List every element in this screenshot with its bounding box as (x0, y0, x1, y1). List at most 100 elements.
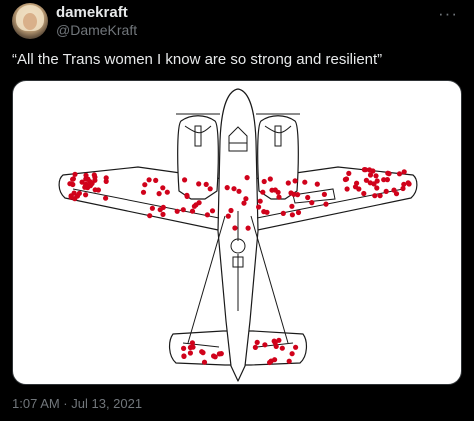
damage-dot (372, 193, 378, 199)
damage-dot (243, 196, 249, 202)
damage-dot (182, 177, 188, 183)
damage-dot (396, 171, 403, 177)
damage-dot (244, 175, 250, 181)
damage-dot (367, 172, 374, 178)
damage-dot (386, 171, 392, 177)
damage-dot (261, 178, 267, 185)
damage-dot (156, 191, 162, 197)
damage-dot (103, 178, 109, 184)
damage-dot (160, 185, 166, 191)
damage-dot (245, 225, 251, 231)
damage-dot (228, 207, 234, 214)
damage-dot (275, 189, 281, 195)
tweet-image[interactable] (12, 80, 462, 385)
damage-dot (279, 345, 285, 351)
damage-dot (305, 194, 311, 201)
damage-dot (293, 344, 299, 350)
author-display-name[interactable]: damekraft (56, 4, 128, 21)
damage-dot (401, 169, 407, 175)
damage-dot (289, 212, 295, 218)
damage-dot (267, 176, 273, 182)
damage-dot (309, 200, 315, 206)
airplane-damage-illustration (58, 88, 418, 382)
damage-dot (273, 343, 279, 349)
damage-dot (83, 192, 89, 198)
damage-dot (289, 351, 295, 357)
damage-dot (140, 189, 147, 195)
damage-dot (232, 225, 238, 231)
damage-dot (377, 193, 383, 199)
damage-dot (199, 349, 205, 355)
damage-dot (236, 188, 242, 194)
damage-dot (224, 185, 230, 191)
damage-dot (254, 339, 260, 345)
damage-dot (321, 191, 327, 197)
damage-dot (276, 194, 282, 200)
damage-dot (361, 190, 367, 197)
damage-dot (157, 207, 163, 213)
damage-dot (190, 344, 196, 350)
damage-dot (280, 210, 286, 216)
damage-dot (149, 205, 155, 211)
damage-dot (272, 357, 278, 363)
damage-dot (225, 213, 231, 219)
damage-dot (201, 359, 208, 365)
damage-dot (83, 172, 89, 178)
damage-dot (180, 207, 186, 213)
damage-dot (184, 193, 190, 199)
damage-dot (142, 182, 148, 188)
damage-dot (204, 212, 210, 218)
damage-dot (295, 209, 302, 216)
damage-dot (342, 176, 348, 183)
damage-dot (383, 188, 389, 194)
damage-dot (257, 198, 263, 204)
damage-dot (401, 181, 407, 187)
right-engine (257, 115, 299, 200)
tweet-text: “All the Trans women I know are so stron… (12, 51, 383, 68)
damage-dot (181, 353, 187, 359)
damage-dot (381, 177, 387, 183)
damage-dot (92, 187, 98, 193)
damage-dot (89, 180, 95, 186)
damage-dot (346, 170, 352, 176)
damage-dot (147, 213, 153, 219)
damage-dot (83, 181, 89, 187)
damage-dot (252, 344, 258, 350)
author-handle[interactable]: @DameKraft (56, 22, 137, 38)
damage-dot (302, 179, 308, 185)
damage-dot (288, 190, 294, 196)
damage-dot (323, 201, 329, 207)
damage-dot (68, 194, 74, 200)
damage-dot (207, 186, 213, 192)
damage-dot (344, 186, 350, 192)
damage-dot (70, 176, 76, 182)
damage-dot (103, 195, 109, 201)
damage-dot (292, 178, 298, 184)
damage-dot (160, 211, 166, 217)
damage-dot (196, 181, 202, 187)
more-options-icon[interactable]: ··· (438, 4, 458, 24)
damage-dot (212, 354, 218, 360)
damage-dot (256, 204, 262, 210)
damage-dot (264, 209, 270, 215)
damage-dot (181, 345, 187, 351)
damage-dot (286, 358, 292, 364)
damage-dot (391, 187, 397, 193)
author-avatar[interactable] (12, 3, 48, 39)
damage-dot (295, 192, 301, 198)
damage-dot (187, 350, 193, 356)
damage-dot (314, 181, 320, 187)
damage-dot (371, 181, 377, 187)
damage-dot (373, 173, 379, 179)
left-engine (177, 115, 219, 200)
damage-dot (260, 189, 266, 195)
damage-dot (146, 177, 152, 183)
damage-dot (285, 180, 291, 186)
damage-dot (231, 186, 237, 192)
avatar-face (23, 13, 37, 30)
damage-dot (218, 351, 224, 357)
damage-dot (405, 180, 411, 186)
tweet-timestamp[interactable]: 1:07 AM · Jul 13, 2021 (12, 396, 142, 411)
damage-dot (67, 181, 73, 187)
damage-dot (366, 167, 373, 173)
